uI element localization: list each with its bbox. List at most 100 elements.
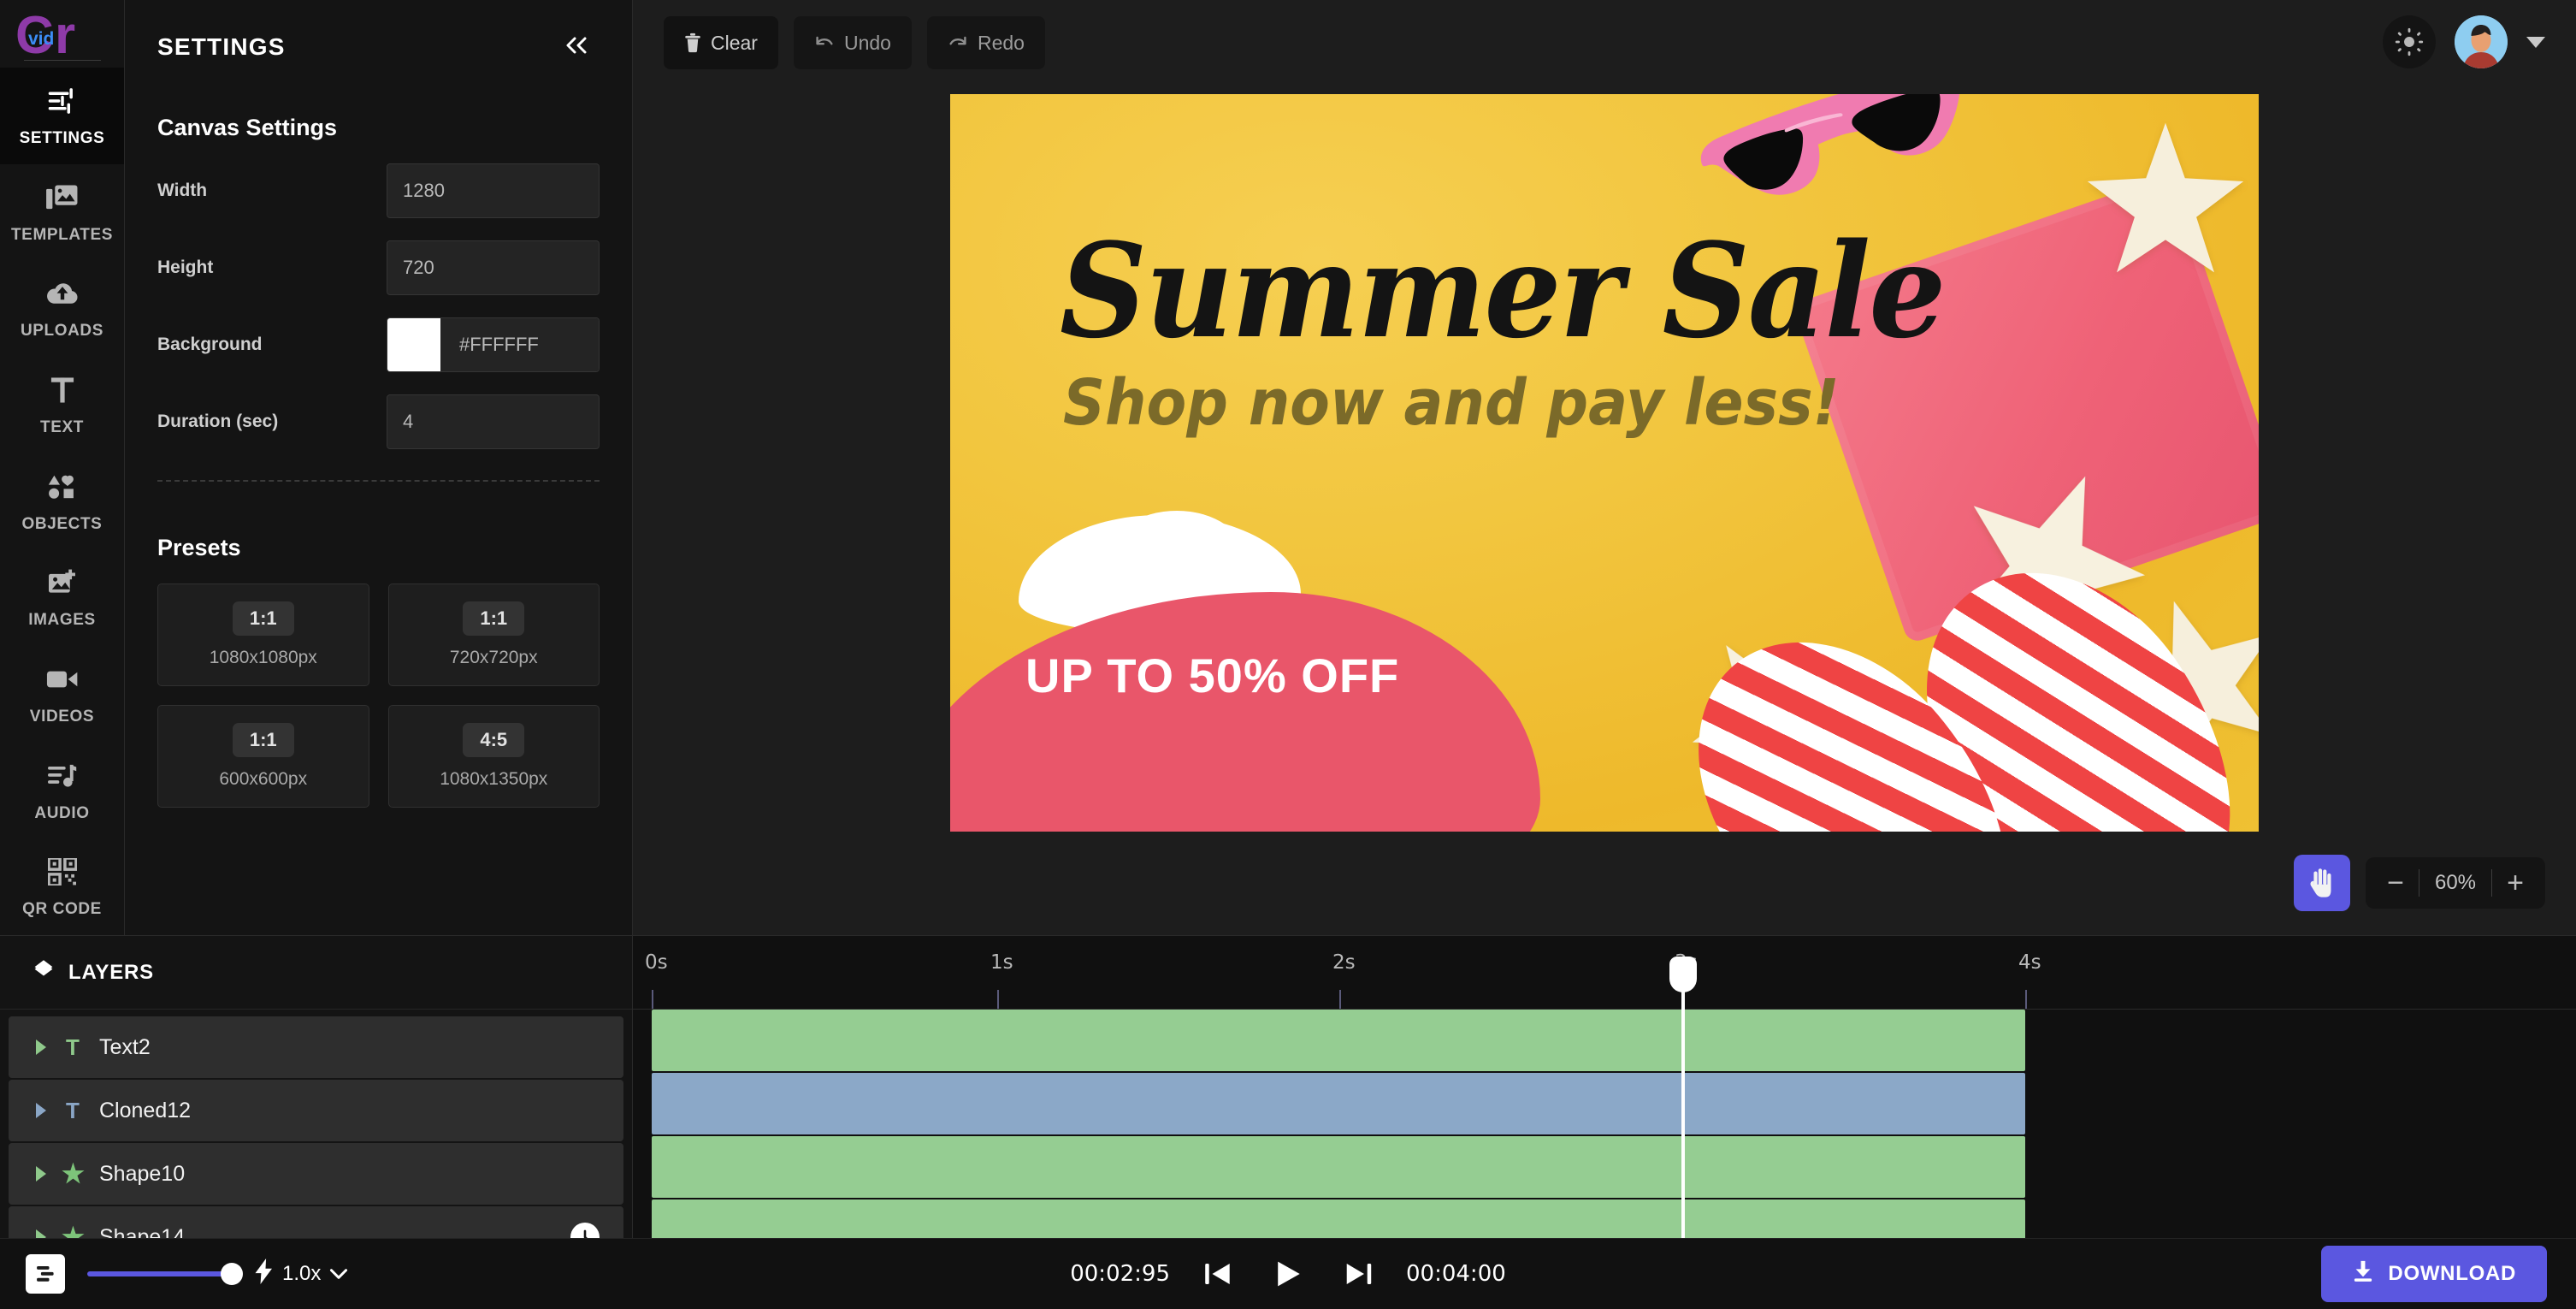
timeline-track[interactable] <box>633 1199 2576 1238</box>
timeline-clip[interactable] <box>652 1073 2025 1134</box>
chevrons-left-icon[interactable] <box>558 33 594 62</box>
rail-item-objects[interactable]: OBJECTS <box>0 453 124 550</box>
field-background: Background #FFFFFF <box>157 317 600 372</box>
redo-button[interactable]: Redo <box>926 16 1045 69</box>
ruler-tick-label: 4s <box>2018 951 2041 974</box>
shape-layer-icon: ★ <box>62 1159 85 1188</box>
timeline-track[interactable] <box>633 1010 2576 1071</box>
field-width: Width 1280 <box>157 163 600 218</box>
shape-layer-icon: ★ <box>62 1223 85 1239</box>
avatar[interactable] <box>2455 15 2508 68</box>
playback-speed-control[interactable]: 1.0x <box>255 1258 348 1290</box>
rail-item-uploads[interactable]: UPLOADS <box>0 261 124 358</box>
rail-item-videos[interactable]: VIDEOS <box>0 646 124 743</box>
volume-slider[interactable] <box>87 1263 243 1285</box>
rail-item-text[interactable]: TEXT <box>0 357 124 453</box>
rail-item-qr-code[interactable]: QR CODE <box>0 838 124 935</box>
layers-header[interactable]: LAYERS <box>0 936 632 1010</box>
preset-ratio: 1:1 <box>463 601 525 636</box>
timeline-track[interactable] <box>633 1073 2576 1134</box>
zoom-out-button[interactable]: − <box>2372 857 2419 909</box>
artboard[interactable]: Summer Sale Shop now and pay less! UP TO… <box>950 94 2259 832</box>
preset-size: 720x720px <box>449 648 538 667</box>
ruler-tick <box>997 990 999 1009</box>
expand-caret-icon[interactable] <box>36 1229 46 1238</box>
rail-item-images[interactable]: IMAGES <box>0 549 124 646</box>
layer-name: Shape10 <box>99 1161 186 1186</box>
timeline-clip[interactable] <box>652 1199 2025 1238</box>
templates-icon <box>44 181 81 215</box>
preset-card[interactable]: 1:1 600x600px <box>157 705 369 808</box>
canvas-area: Clear Undo Redo Summer Sale Shop now and… <box>633 0 2576 935</box>
expand-caret-icon[interactable] <box>36 1040 46 1055</box>
layer-row-shape14[interactable]: ★ Shape14 <box>9 1206 623 1238</box>
skip-next-icon[interactable] <box>1336 1253 1380 1294</box>
clear-button[interactable]: Clear <box>664 16 778 69</box>
app-logo[interactable]: C r vid <box>0 0 124 68</box>
undo-label: Undo <box>843 31 891 54</box>
timeline-ruler[interactable]: 0s 1s 2s 3s 4s <box>633 936 2576 1010</box>
background-hex-input[interactable]: #FFFFFF <box>440 318 599 371</box>
play-icon[interactable] <box>1266 1253 1310 1294</box>
clock-icon[interactable] <box>570 1223 600 1238</box>
canvas-subtitle-text[interactable]: Shop now and pay less! <box>1063 366 1840 440</box>
zoom-level-control: − 60% + <box>2366 857 2545 909</box>
layer-list: T Text2 T Cloned12 ★ Shape10 ★ Shape14 <box>0 1010 632 1238</box>
settings-panel-body: Canvas Settings Width 1280 Height 720 Ba… <box>125 62 632 935</box>
timeline-playhead[interactable] <box>1669 957 1697 1238</box>
timeline-tracks[interactable]: 0s 1s 2s 3s 4s <box>633 936 2576 1238</box>
width-input[interactable]: 1280 <box>387 163 600 218</box>
speed-value: 1.0x <box>282 1262 322 1285</box>
rail-label-videos: VIDEOS <box>29 707 95 726</box>
background-color-control[interactable]: #FFFFFF <box>387 317 600 372</box>
trash-icon <box>684 33 701 53</box>
layer-row-text2[interactable]: T Text2 <box>9 1016 623 1078</box>
rail-label-text: TEXT <box>40 418 84 436</box>
canvas-title-text[interactable]: Summer Sale <box>1060 214 1946 367</box>
background-color-swatch[interactable] <box>387 318 440 371</box>
preset-card[interactable]: 4:5 1080x1350px <box>387 705 600 808</box>
expand-caret-icon[interactable] <box>36 1103 46 1118</box>
rail-item-audio[interactable]: AUDIO <box>0 743 124 839</box>
split-clip-icon[interactable] <box>26 1254 65 1294</box>
playback-transport: 00:02:95 00:04:00 <box>1070 1253 1506 1294</box>
chevron-down-icon[interactable] <box>329 1262 348 1286</box>
sun-icon[interactable] <box>2383 15 2436 68</box>
sliders-icon <box>44 84 81 118</box>
layer-row-shape10[interactable]: ★ Shape10 <box>9 1143 623 1205</box>
canvas-offer-text[interactable]: UP TO 50% OFF <box>1025 648 1399 703</box>
rail-item-settings[interactable]: SETTINGS <box>0 68 124 164</box>
timeline-clip[interactable] <box>652 1136 2025 1198</box>
timeline-row: LAYERS T Text2 T Cloned12 ★ Shape10 ★ Sh… <box>0 935 2576 1238</box>
playhead-handle[interactable] <box>1669 957 1697 992</box>
current-time: 00:02:95 <box>1070 1261 1170 1287</box>
zoom-level-value: 60% <box>2434 871 2477 894</box>
skip-previous-icon[interactable] <box>1196 1253 1240 1294</box>
layers-diamond-icon <box>32 959 55 986</box>
canvas-toolbar: Clear Undo Redo <box>633 0 2576 86</box>
preset-card[interactable]: 1:1 1080x1080px <box>157 583 369 686</box>
timeline-track[interactable] <box>633 1136 2576 1198</box>
hand-tool-icon[interactable] <box>2294 855 2350 911</box>
timeline-clip[interactable] <box>652 1010 2025 1071</box>
qr-code-icon <box>44 855 81 889</box>
field-label-duration: Duration (sec) <box>157 412 279 431</box>
volume-slider-knob[interactable] <box>221 1263 243 1285</box>
height-input[interactable]: 720 <box>387 240 600 295</box>
expand-caret-icon[interactable] <box>36 1166 46 1182</box>
zoom-in-button[interactable]: + <box>2492 857 2538 909</box>
crvid-logo-mark: C r vid <box>15 7 109 62</box>
preset-size: 1080x1350px <box>440 769 548 789</box>
canvas-stage[interactable]: Summer Sale Shop now and pay less! UP TO… <box>633 86 2576 935</box>
settings-panel-header: SETTINGS <box>125 0 632 62</box>
undo-button[interactable]: Undo <box>793 16 912 69</box>
rail-item-templates[interactable]: TEMPLATES <box>0 164 124 261</box>
layer-row-cloned12[interactable]: T Cloned12 <box>9 1080 623 1141</box>
zoom-controls: − 60% + <box>2294 855 2545 911</box>
video-camera-icon <box>44 662 81 696</box>
duration-input[interactable]: 4 <box>387 394 600 449</box>
chevron-down-icon[interactable] <box>2526 36 2545 48</box>
text-layer-icon: T <box>66 1097 80 1123</box>
download-button[interactable]: DOWNLOAD <box>2321 1246 2547 1302</box>
preset-card[interactable]: 1:1 720x720px <box>387 583 600 686</box>
